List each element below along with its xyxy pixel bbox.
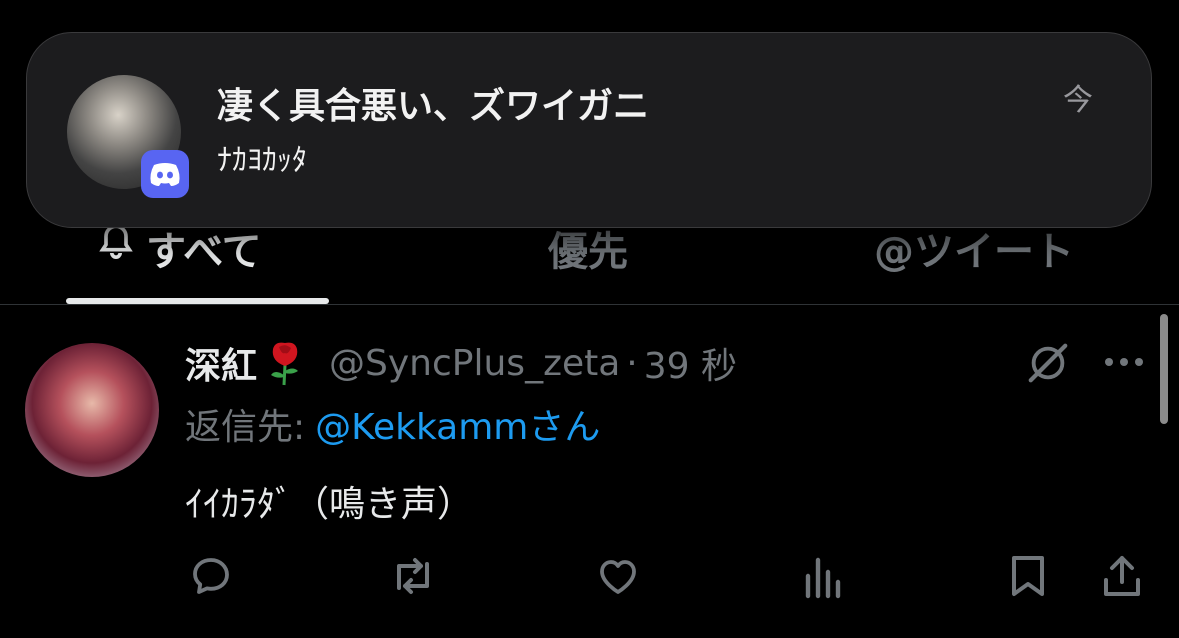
timestamp[interactable]: 39 秒 bbox=[644, 337, 737, 389]
discord-icon bbox=[141, 150, 189, 198]
notification-banner[interactable]: 凄く具合悪い、ズワイガニ ﾅｶﾖｶｯﾀ 今 bbox=[26, 32, 1152, 228]
reply-mention[interactable]: @Kekkammさん bbox=[315, 407, 600, 448]
reply-icon[interactable] bbox=[187, 552, 235, 604]
avatar[interactable] bbox=[25, 343, 159, 477]
reply-to: 返信先: @Kekkammさん bbox=[185, 398, 600, 450]
divider bbox=[0, 304, 1179, 305]
bell-icon bbox=[96, 223, 136, 273]
display-name[interactable]: 深紅 bbox=[185, 337, 257, 389]
bookmark-icon[interactable] bbox=[1006, 552, 1050, 604]
grok-icon[interactable] bbox=[1025, 340, 1071, 390]
tweet-text: ｲｲｶﾗﾀﾞ（鳴き声） bbox=[185, 484, 474, 525]
reply-label: 返信先: bbox=[185, 407, 306, 448]
notification-title: 凄く具合悪い、ズワイガニ bbox=[217, 86, 650, 127]
notification-body: ﾅｶﾖｶｯﾀ bbox=[217, 143, 307, 178]
user-handle[interactable]: @SyncPlus_zeta bbox=[329, 343, 620, 384]
tweet-header: 深紅 @SyncPlus_zeta · 39 秒 bbox=[185, 338, 737, 388]
retweet-icon[interactable] bbox=[387, 552, 439, 604]
share-icon[interactable] bbox=[1100, 552, 1144, 604]
rose-icon bbox=[261, 339, 309, 387]
like-icon[interactable] bbox=[594, 552, 642, 604]
more-icon[interactable] bbox=[1102, 354, 1146, 373]
views-icon[interactable] bbox=[802, 552, 846, 604]
separator: · bbox=[626, 342, 638, 384]
notification-time: 今 bbox=[1063, 83, 1093, 118]
scrollbar[interactable] bbox=[1160, 314, 1168, 424]
